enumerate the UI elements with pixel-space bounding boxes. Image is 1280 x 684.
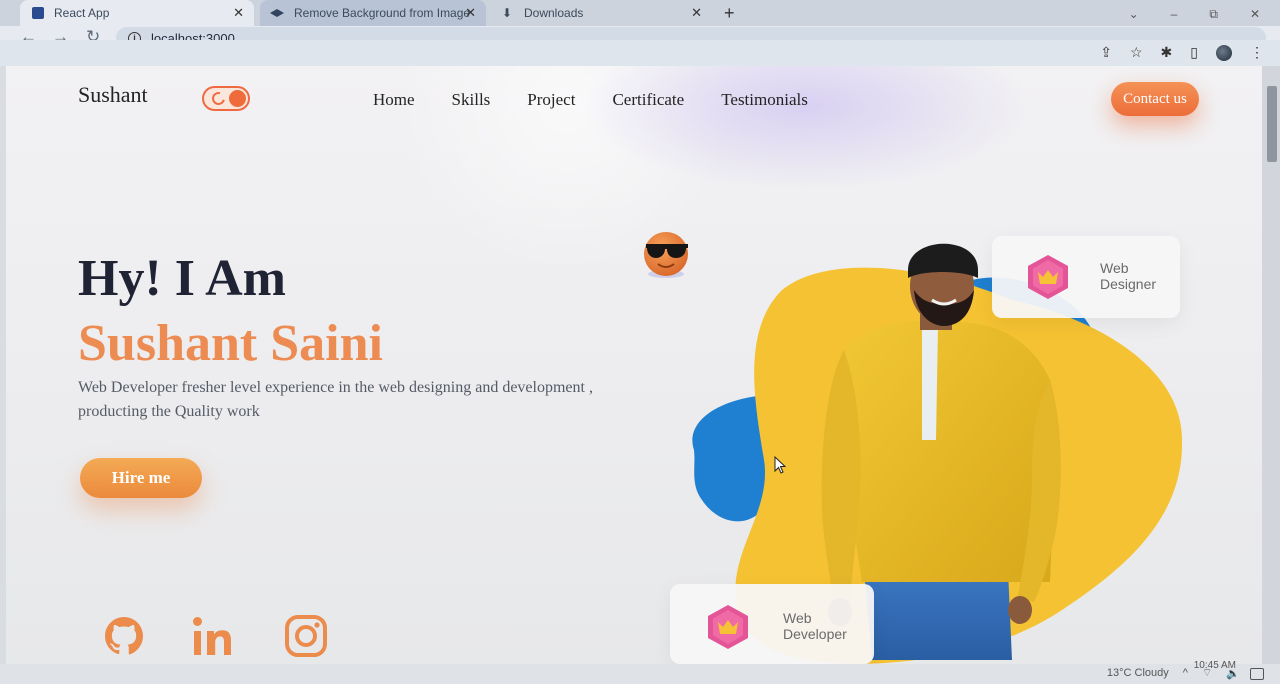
os-taskbar: 13°C Cloudy ^ ⌔ 🔈: [0, 664, 1280, 684]
site-brand[interactable]: Sushant: [78, 82, 148, 108]
moon-icon: [209, 89, 228, 108]
portfolio-page: Sushant Home Skills Project Certificate …: [6, 66, 1262, 664]
side-panel-icon[interactable]: ▯: [1190, 44, 1198, 61]
extensions-puzzle-icon[interactable]: ✱: [1161, 44, 1173, 61]
hero-greeting: Hy! I Am: [78, 250, 286, 307]
nav-home[interactable]: Home: [373, 90, 415, 110]
github-icon[interactable]: [102, 614, 146, 658]
theme-toggle[interactable]: [202, 86, 250, 111]
crown-badge-icon: [708, 605, 748, 649]
tab-search-icon[interactable]: ⌄: [1129, 7, 1139, 22]
web-designer-card: Web Designer: [992, 236, 1180, 318]
close-icon[interactable]: ✕: [233, 5, 244, 21]
chevron-up-icon[interactable]: ^: [1183, 667, 1188, 679]
contact-button[interactable]: Contact us: [1111, 82, 1199, 116]
browser-tab-strip: React App ✕ Remove Background from Image…: [0, 0, 1280, 26]
remove-bg-favicon-icon: [270, 9, 284, 17]
instagram-icon[interactable]: [284, 614, 328, 658]
toggle-knob: [229, 90, 246, 107]
tab-title: Downloads: [524, 6, 584, 20]
social-links: [102, 614, 372, 658]
weather-text[interactable]: 13°C Cloudy: [1107, 667, 1169, 679]
card-label: Web Developer: [783, 610, 847, 642]
main-nav: Home Skills Project Certificate Testimon…: [373, 90, 845, 110]
minimize-icon[interactable]: –: [1171, 7, 1178, 22]
nav-certificate[interactable]: Certificate: [612, 90, 684, 110]
tab-remove-background[interactable]: Remove Background from Image ✕: [260, 0, 486, 26]
profile-avatar[interactable]: [1216, 44, 1232, 61]
kebab-menu-icon[interactable]: ⋮: [1250, 44, 1264, 61]
nav-skills[interactable]: Skills: [452, 90, 491, 110]
bookmark-star-icon[interactable]: ☆: [1130, 44, 1143, 61]
notification-icon[interactable]: [1250, 668, 1264, 680]
toolbar-extension-row: [0, 40, 1280, 66]
download-icon: ⬇: [502, 6, 513, 20]
hero-name: Sushant Saini: [78, 315, 383, 372]
web-developer-card: Web Developer: [670, 584, 874, 664]
share-icon[interactable]: ⇪: [1100, 44, 1112, 61]
restore-icon[interactable]: ⧉: [1209, 7, 1218, 22]
tab-title: React App: [54, 6, 110, 20]
tab-downloads[interactable]: ⬇ Downloads ✕: [492, 0, 712, 26]
scrollbar-thumb[interactable]: [1267, 86, 1277, 162]
close-icon[interactable]: ✕: [465, 5, 476, 21]
close-icon[interactable]: ✕: [691, 5, 702, 21]
tab-title: Remove Background from Image: [294, 6, 471, 20]
toolbar-actions: ⇪ ☆ ✱ ▯ ⋮: [1100, 44, 1264, 61]
tab-react-app[interactable]: React App ✕: [20, 0, 254, 26]
hero-description: Web Developer fresher level experience i…: [78, 379, 593, 420]
react-app-favicon-icon: [32, 7, 44, 19]
taskbar-clock[interactable]: 10:45 AM: [1194, 660, 1236, 671]
nav-project[interactable]: Project: [527, 90, 575, 110]
window-controls: ⌄ – ⧉ ✕: [1129, 7, 1260, 22]
new-tab-button[interactable]: +: [724, 3, 735, 24]
mouse-cursor-icon: [774, 456, 786, 474]
nav-testimonials[interactable]: Testimonials: [721, 90, 808, 110]
linkedin-icon[interactable]: [190, 614, 240, 658]
close-window-icon[interactable]: ✕: [1250, 7, 1260, 22]
hire-me-button[interactable]: Hire me: [80, 458, 202, 498]
crown-badge-icon: [1028, 255, 1068, 299]
card-label: Web Designer: [1100, 260, 1157, 292]
